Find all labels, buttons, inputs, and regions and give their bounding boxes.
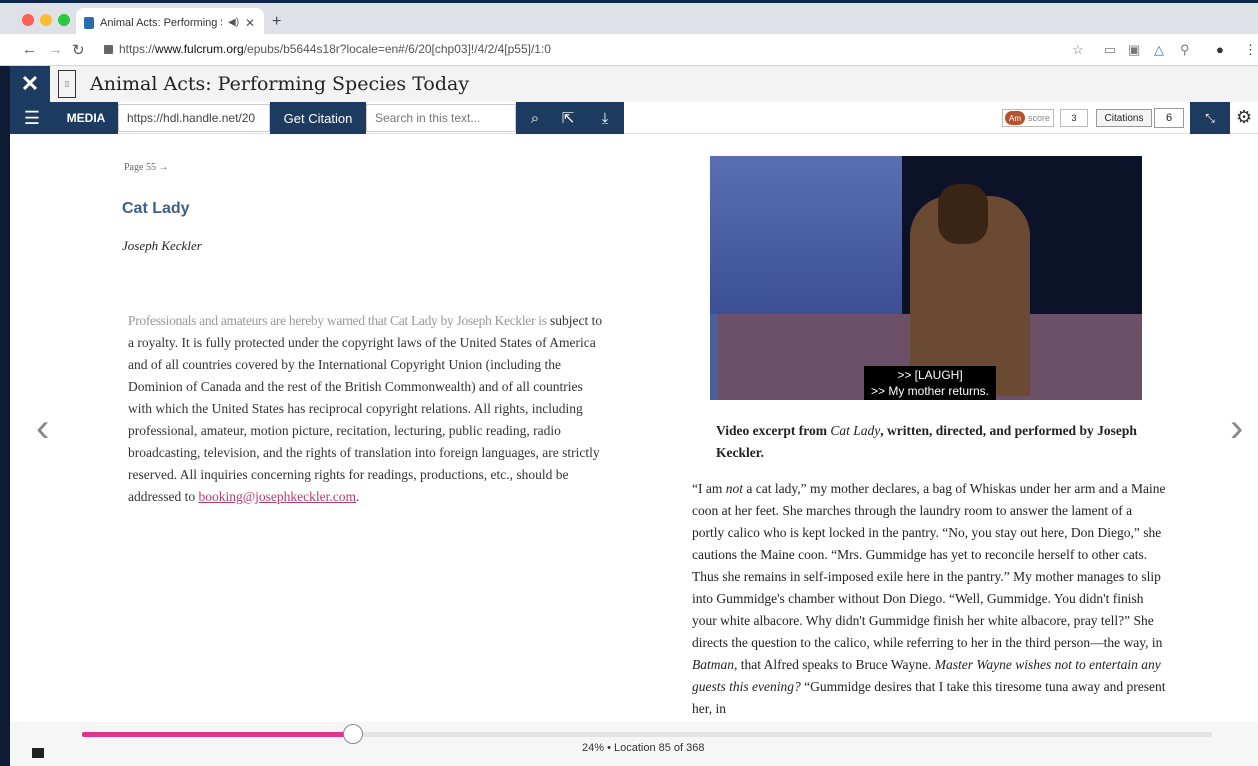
altmetric-donut-icon: Am	[1005, 111, 1025, 125]
body-em-batman: Batman	[692, 657, 734, 672]
forward-arrow-icon[interactable]: →	[48, 41, 63, 58]
url-prefix: https://	[119, 42, 156, 56]
next-page-chevron-icon[interactable]: ›	[1230, 406, 1243, 451]
video-stage-backdrop	[710, 156, 902, 314]
get-citation-button[interactable]: Get Citation	[270, 102, 366, 134]
caption-line-1: >> [LAUGH]	[897, 368, 963, 382]
comment-icon[interactable]	[32, 748, 44, 758]
video-desc-before: Video excerpt from	[716, 423, 831, 438]
altmetric-badge[interactable]: Am score	[1002, 109, 1054, 127]
tab-title: Animal Acts: Performing Sp	[100, 16, 222, 29]
fullscreen-icon[interactable]: ⤡	[1190, 102, 1230, 134]
previous-page-chevron-icon[interactable]: ‹	[36, 406, 49, 451]
url-path: /epubs/b5644s18r?locale=en#/6/20[chp03]!…	[243, 42, 551, 56]
url-domain: www.fulcrum.org	[155, 42, 244, 56]
citations-badge[interactable]: Citations	[1096, 109, 1152, 127]
media-button[interactable]: MEDIA	[54, 102, 118, 134]
maximize-window-button[interactable]	[58, 14, 70, 26]
lock-icon	[104, 44, 113, 54]
reload-icon[interactable]: ↻	[72, 41, 85, 59]
extension-chat-icon[interactable]: ▭	[1104, 42, 1116, 58]
menu-dots-icon[interactable]: ⋮	[1244, 42, 1257, 58]
chapter-title: Cat Lady	[122, 200, 190, 217]
reader-content: ‹ › Page 55 → Cat Lady Joseph Keckler Pr…	[10, 134, 1258, 722]
body-paragraph: “I am not a cat lady,” my mother declare…	[692, 478, 1166, 720]
browser-tabbar: Animal Acts: Performing Sp ◀) ✕ +	[0, 0, 1258, 37]
rights-body: subject to a royalty. It is fully protec…	[128, 313, 603, 504]
fulcrum-favicon-icon	[84, 16, 94, 29]
star-icon[interactable]: ☆	[1072, 42, 1084, 58]
progress-thumb[interactable]	[343, 724, 364, 744]
page-marker: Page 55 →	[124, 162, 169, 173]
video-captions: >> [LAUGH] >> My mother returns.	[864, 366, 996, 400]
citations-count[interactable]: 6	[1154, 108, 1184, 128]
body-em-not: not	[725, 481, 743, 496]
progress-track[interactable]	[82, 724, 1212, 744]
caption-line-2: >> My mother returns.	[870, 384, 990, 398]
video-player[interactable]: >> [LAUGH] >> My mother returns.	[710, 156, 1142, 400]
performer-head	[938, 184, 988, 244]
handle-link-field[interactable]: https://hdl.handle.net/20	[118, 104, 270, 132]
address-bar: ← → ↻ https://www.fulcrum.org/epubs/b564…	[0, 34, 1258, 66]
hamburger-menu-icon[interactable]: ☰	[10, 102, 54, 134]
body-text-a: “I am	[692, 481, 726, 496]
rights-notice: Professionals and amateurs are hereby wa…	[128, 310, 610, 508]
minimize-window-button[interactable]	[40, 14, 52, 26]
back-arrow-icon[interactable]: ←	[22, 41, 37, 58]
rights-first-line: Professionals and amateurs are hereby wa…	[128, 313, 547, 328]
new-tab-button[interactable]: +	[272, 13, 281, 31]
extension-key-icon[interactable]: ⚲	[1180, 42, 1190, 58]
close-reader-button[interactable]: ✕	[10, 66, 50, 102]
extension-box-icon[interactable]: ▣	[1128, 42, 1140, 58]
body-text-c: , that Alfred speaks to Bruce Wayne.	[734, 657, 935, 672]
altmetric-label: score	[1028, 113, 1051, 123]
book-title: Animal Acts: Performing Species Today	[90, 73, 470, 95]
progress-fill	[82, 732, 354, 737]
altmetric-score[interactable]: 3	[1060, 109, 1088, 127]
profile-icon[interactable]: ●	[1216, 42, 1224, 57]
rights-end: .	[356, 489, 360, 504]
url-field[interactable]: https://www.fulcrum.org/epubs/b5644s18r?…	[104, 42, 551, 56]
search-input[interactable]: Search in this text...	[366, 104, 516, 132]
location-label: 24% • Location 85 of 368	[582, 742, 705, 754]
video-desc-italic: Cat Lady	[830, 423, 881, 438]
browser-tab[interactable]: Animal Acts: Performing Sp ◀) ✕	[76, 8, 264, 37]
university-logo-icon: ⁞⁞	[58, 70, 76, 98]
booking-email-link[interactable]: booking@josephkeckler.com	[198, 489, 356, 504]
chapter-author: Joseph Keckler	[122, 238, 202, 253]
tab-close-icon[interactable]: ✕	[245, 16, 255, 30]
reader-header: ✕ ⁞⁞ Animal Acts: Performing Species Tod…	[10, 66, 1258, 102]
reading-progress-bar: 24% • Location 85 of 368	[10, 722, 1258, 766]
video-description: Video excerpt from Cat Lady, written, di…	[716, 420, 1156, 464]
speaker-icon[interactable]: ◀)	[228, 17, 239, 28]
gear-icon[interactable]: ⚙	[1236, 107, 1252, 128]
reader-toolbar: ☰ MEDIA https://hdl.handle.net/20 Get Ci…	[10, 102, 1258, 134]
share-icon[interactable]: ⇱	[549, 102, 587, 134]
drive-icon[interactable]: △	[1154, 42, 1164, 58]
download-icon[interactable]: ⤓	[586, 102, 624, 134]
body-text-b: a cat lady,” my mother declares, a bag o…	[692, 481, 1166, 650]
close-window-button[interactable]	[22, 14, 34, 26]
